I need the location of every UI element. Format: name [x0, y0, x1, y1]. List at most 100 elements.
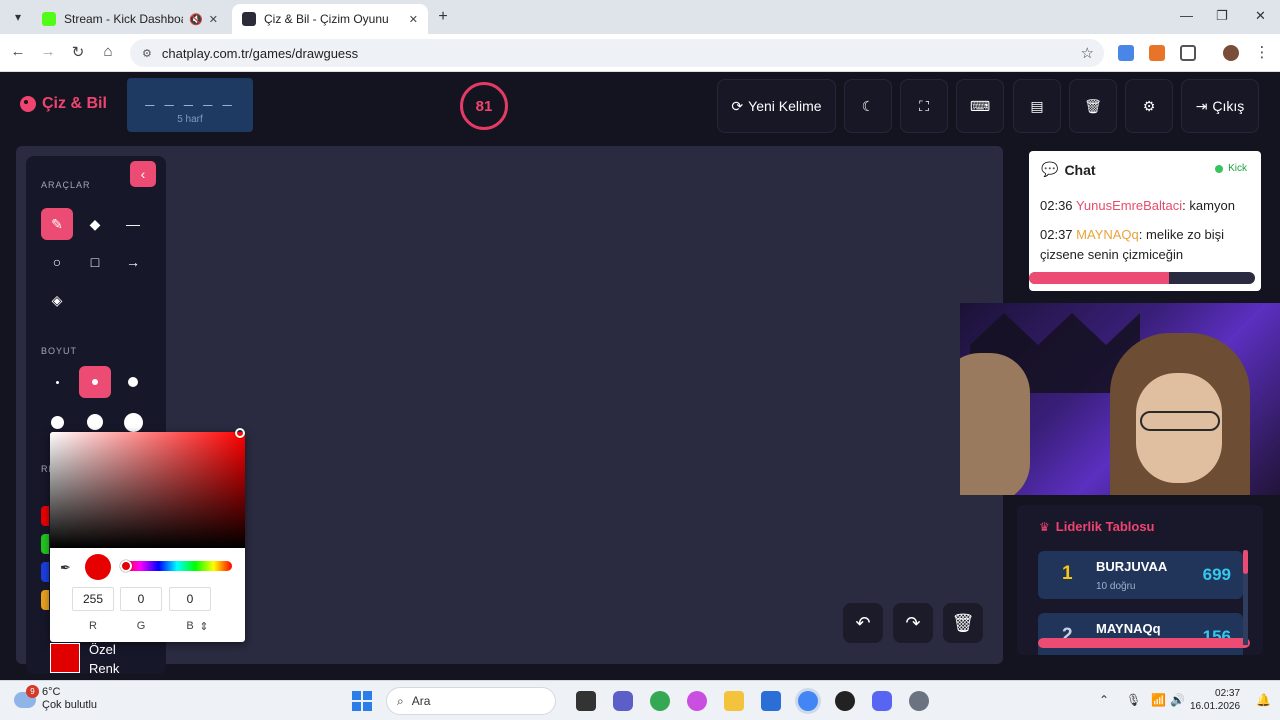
saturation-area[interactable]	[50, 428, 245, 548]
format-toggle-icon[interactable]: ⇕	[194, 620, 214, 633]
muted-audio-icon[interactable]: 🔇	[189, 13, 203, 26]
chat-message: 02:37 MAYNAQq: melike zo bişi çizsene se…	[1040, 227, 1225, 262]
browser-menu-icon[interactable]: ⋮	[1252, 43, 1272, 61]
moon-icon: ☾	[861, 97, 875, 114]
bookmark-star-icon[interactable]: ☆	[1081, 44, 1094, 62]
tray-overflow-icon[interactable]: ⌃	[1099, 693, 1109, 707]
message-user[interactable]: MAYNAQq	[1076, 227, 1139, 242]
profile-avatar[interactable]	[1223, 45, 1239, 61]
back-icon[interactable]: ←	[8, 43, 28, 60]
word-hint-box: _ _ _ _ _ 5 harf	[127, 78, 253, 132]
delete-button[interactable]: 🗑	[1069, 79, 1117, 133]
teams-icon[interactable]	[613, 691, 633, 711]
microphone-icon[interactable]: 🎙	[1126, 693, 1141, 707]
keyboard-button[interactable]: ⌨	[956, 79, 1004, 133]
restore-icon[interactable]: ❐	[1216, 8, 1228, 24]
red-input[interactable]: 255	[72, 587, 114, 611]
blue-input[interactable]: 0	[169, 587, 211, 611]
color-swatch-green[interactable]	[41, 534, 49, 554]
size-option-3[interactable]	[117, 366, 149, 398]
green-input[interactable]: 0	[120, 587, 162, 611]
task-view-icon[interactable]	[576, 691, 596, 711]
size-option-2[interactable]	[79, 366, 111, 398]
store-icon[interactable]	[761, 691, 781, 711]
settings-button[interactable]: ⚙	[1125, 79, 1173, 133]
notifications-icon[interactable]: 🔔	[1256, 693, 1271, 707]
address-bar[interactable]: ⚙ chatplay.com.tr/games/drawguess ☆	[130, 39, 1104, 67]
rank: 1	[1062, 563, 1073, 584]
size-dot	[92, 379, 98, 385]
wifi-icon[interactable]: 📶	[1151, 693, 1166, 707]
redo-button[interactable]: ↷	[893, 603, 933, 643]
copilot-icon[interactable]	[687, 691, 707, 711]
chrome-icon[interactable]	[650, 691, 670, 711]
hue-handle[interactable]	[120, 560, 132, 572]
minimize-icon[interactable]: —	[1180, 8, 1193, 23]
close-tab-icon[interactable]: ✕	[409, 13, 418, 26]
line-icon: —	[126, 216, 140, 232]
tab-ciz-bil[interactable]: Çiz & Bil - Çizim Oyunu ✕	[232, 4, 428, 34]
collapse-panel-button[interactable]: ‹	[130, 161, 156, 187]
close-window-icon[interactable]: ✕	[1255, 8, 1266, 24]
forward-icon[interactable]: →	[38, 43, 58, 60]
weather-widget[interactable]: 9 6°C Çok bulutlu	[14, 685, 97, 712]
saturation-handle[interactable]	[235, 428, 245, 438]
logout-button[interactable]: ⇥ Çıkış	[1181, 79, 1259, 133]
dark-mode-button[interactable]: ☾	[844, 79, 892, 133]
size-dot	[123, 412, 143, 432]
chrome-active-icon[interactable]	[798, 691, 818, 711]
discord-icon[interactable]	[872, 691, 892, 711]
line-tool[interactable]: —	[117, 208, 149, 240]
app-logo[interactable]: Çiz & Bil	[20, 95, 107, 113]
search-placeholder: Ara	[411, 694, 431, 708]
archive-button[interactable]: ▤	[1013, 79, 1061, 133]
reload-icon[interactable]: ↻	[68, 43, 88, 61]
site-info-icon[interactable]: ⚙	[142, 47, 152, 60]
new-tab-button[interactable]: +	[434, 8, 452, 26]
custom-color-swatch[interactable]	[50, 643, 80, 673]
circle-tool[interactable]: ○	[41, 246, 73, 278]
gear-icon: ⚙	[1142, 97, 1156, 114]
leaderboard-scrollbar[interactable]	[1243, 550, 1248, 645]
new-word-button[interactable]: ⟳ Yeni Kelime	[717, 79, 836, 133]
clear-canvas-button[interactable]: 🗑	[943, 603, 983, 643]
tab-kick-dashboard[interactable]: Stream - Kick Dashboard 🔇 ✕	[32, 4, 228, 34]
color-swatch-blue[interactable]	[41, 562, 49, 582]
metamask-extension-icon[interactable]	[1149, 45, 1165, 61]
message-user[interactable]: YunusEmreBaltaci	[1076, 198, 1182, 213]
extensions-puzzle-icon[interactable]	[1180, 45, 1196, 61]
rectangle-tool[interactable]: □	[79, 246, 111, 278]
chat-title: Chat	[1064, 161, 1096, 178]
leaderboard-bar	[1038, 638, 1250, 648]
size-option-1[interactable]	[41, 366, 73, 398]
close-tab-icon[interactable]: ✕	[209, 13, 218, 26]
circle-icon: ○	[52, 254, 62, 270]
color-preview	[85, 554, 111, 580]
leaderboard-title: Liderlik Tablosu	[1055, 519, 1155, 534]
tab-search-menu-icon[interactable]: ▾	[8, 7, 28, 27]
hue-slider[interactable]	[120, 560, 232, 572]
arrow-tool[interactable]: →	[117, 246, 149, 278]
taskbar-clock[interactable]: 02:37 16.01.2026	[1190, 687, 1240, 713]
color-swatch-red[interactable]	[41, 506, 49, 526]
fullscreen-button[interactable]: ⛶	[900, 79, 948, 133]
home-icon[interactable]: ⌂	[98, 43, 118, 60]
scrollbar-thumb[interactable]	[1243, 550, 1248, 574]
brush-tool[interactable]: ✎	[41, 208, 73, 240]
eraser-tool[interactable]: ◆	[79, 208, 111, 240]
color-picker-popup[interactable]: ✒ 255 0 0 R G B ⇕	[50, 428, 245, 642]
start-menu-icon[interactable]	[352, 691, 372, 711]
color-swatch-orange[interactable]	[41, 590, 49, 610]
trash-icon: 🗑	[1084, 97, 1102, 114]
obs-icon[interactable]	[835, 691, 855, 711]
settings-app-icon[interactable]	[909, 691, 929, 711]
notification-badge: 9	[26, 685, 39, 698]
eyedropper-icon[interactable]: ✒	[60, 560, 71, 576]
logo-text: Çiz & Bil	[42, 95, 107, 112]
translate-extension-icon[interactable]	[1118, 45, 1134, 61]
taskbar-search[interactable]: ⌕ Ara	[386, 687, 556, 715]
file-explorer-icon[interactable]	[724, 691, 744, 711]
fill-tool[interactable]: ◈	[41, 284, 73, 316]
volume-icon[interactable]: 🔊	[1170, 693, 1185, 707]
undo-button[interactable]: ↶	[843, 603, 883, 643]
